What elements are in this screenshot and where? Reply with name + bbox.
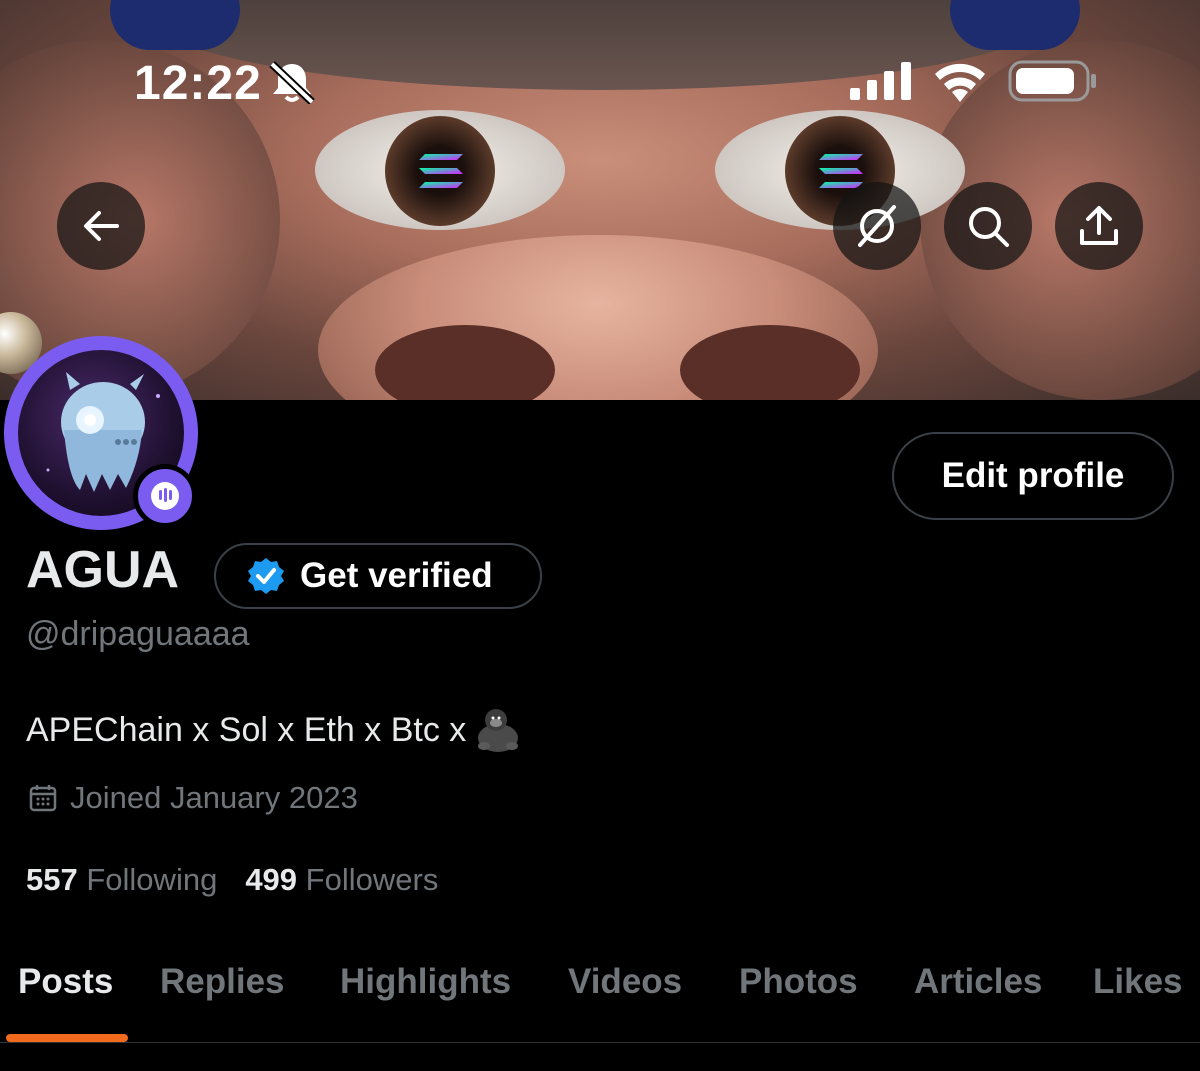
following-count: 557: [26, 862, 78, 897]
tab-posts[interactable]: Posts: [18, 962, 113, 1002]
cellular-signal-icon: [850, 62, 911, 100]
following-link[interactable]: 557 Following: [26, 862, 217, 898]
gorilla-emoji-icon: [478, 709, 519, 752]
share-icon: [1080, 206, 1118, 245]
back-button[interactable]: [57, 182, 145, 270]
solana-logo-icon: [419, 154, 463, 188]
followers-link[interactable]: 499 Followers: [245, 862, 438, 898]
follow-stats: 557 Following 499 Followers: [26, 862, 438, 898]
tab-likes[interactable]: Likes: [1093, 962, 1183, 1002]
grok-icon: [858, 205, 896, 247]
bio-text: APEChain x Sol x Eth x Btc x: [26, 710, 467, 749]
search-icon: [969, 207, 1009, 247]
tab-photos[interactable]: Photos: [739, 962, 858, 1002]
back-arrow-icon: [84, 211, 119, 241]
followers-label: Followers: [305, 862, 439, 897]
profile-handle: @dripaguaaaa: [26, 615, 250, 653]
tab-articles[interactable]: Articles: [914, 962, 1042, 1002]
calendar-icon: [29, 785, 57, 812]
edit-profile-button[interactable]: Edit profile: [892, 432, 1174, 520]
profile-name: AGUA: [26, 541, 180, 599]
tab-replies[interactable]: Replies: [160, 962, 285, 1002]
following-label: Following: [86, 862, 218, 897]
joined-text: Joined January 2023: [70, 780, 358, 815]
get-verified-label: Get verified: [300, 556, 493, 595]
spaces-icon: [151, 482, 179, 510]
followers-count: 499: [245, 862, 298, 897]
search-button[interactable]: [944, 182, 1032, 270]
bell-slash-icon: [269, 61, 315, 104]
tab-videos[interactable]: Videos: [568, 962, 682, 1002]
get-verified-button[interactable]: Get verified: [214, 543, 542, 609]
grok-button[interactable]: [833, 182, 921, 270]
tabs-divider: [0, 1042, 1200, 1043]
tab-highlights[interactable]: Highlights: [340, 962, 511, 1002]
verified-badge-icon: [248, 558, 284, 594]
status-time: 12:22: [134, 57, 262, 110]
joined-date: Joined January 2023: [28, 780, 358, 816]
banner-art-eye-left: [315, 110, 565, 230]
profile-bio: APEChain x Sol x Eth x Btc x: [26, 706, 522, 754]
wifi-icon: [935, 63, 985, 102]
battery-icon: [1008, 60, 1096, 102]
spaces-badge: [133, 464, 197, 528]
profile-tabs: Posts Replies Highlights Videos Photos A…: [0, 950, 1200, 1042]
active-tab-indicator: [6, 1034, 128, 1042]
banner-art-cap-left: [110, 0, 240, 50]
banner-art-cap-right: [950, 0, 1080, 50]
share-button[interactable]: [1055, 182, 1143, 270]
